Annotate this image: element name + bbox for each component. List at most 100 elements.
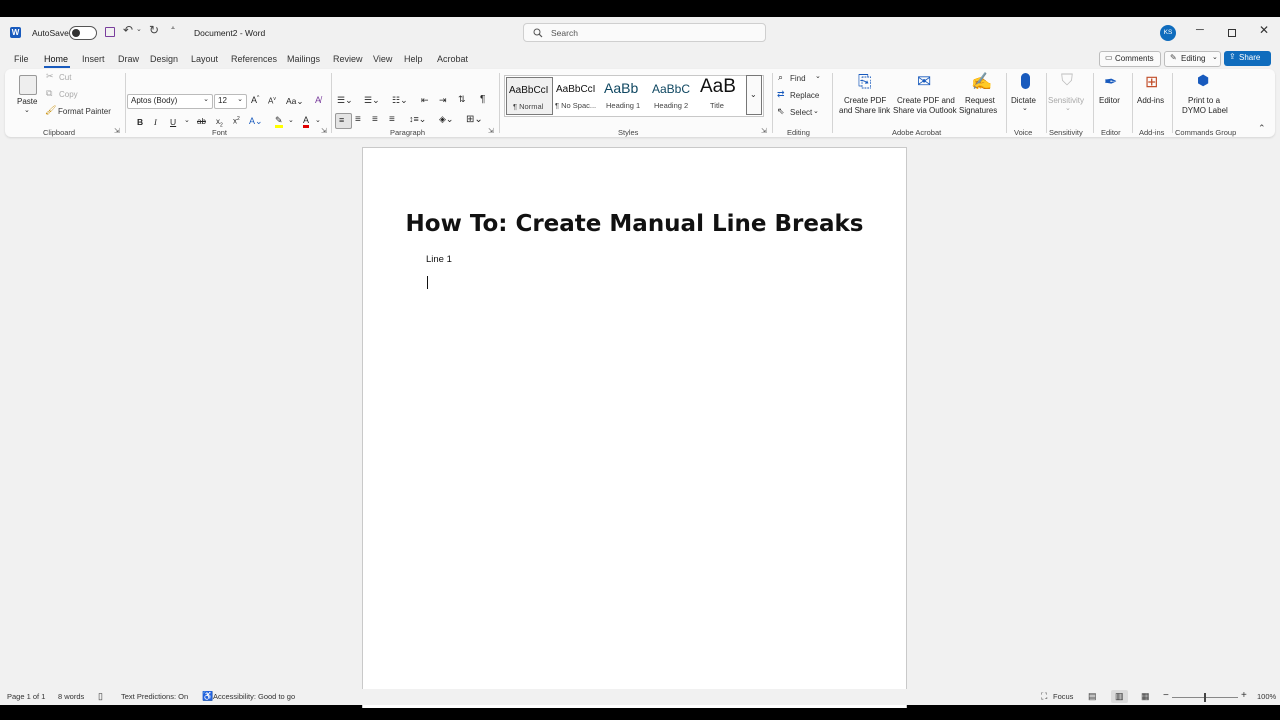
style-heading-1[interactable]: AaBb Heading 1 [602,77,647,113]
dialog-launcher-icon[interactable]: ⇲ [321,127,327,135]
replace-button[interactable]: Replace [790,91,819,100]
multilevel-list-icon[interactable]: ☷⌄ [392,95,408,106]
styles-expand-button[interactable]: ⌄ [746,75,762,115]
print-layout-button[interactable]: ▥ [1111,690,1128,703]
document-line-1[interactable]: Line 1 [426,254,452,265]
sensitivity-button[interactable]: ⛉ Sensitivity ⌄ [1048,72,1088,122]
comments-button[interactable]: ▭ Comments [1099,51,1161,67]
create-pdf-share-button[interactable]: ⎘ Create PDF and Share link [838,72,892,122]
tab-layout[interactable]: Layout [191,54,218,64]
format-painter-button[interactable]: Format Painter [58,107,111,116]
accessibility-status[interactable]: Accessibility: Good to go [213,692,295,701]
text-effects-icon[interactable]: A⌄ [249,116,263,127]
style-title[interactable]: AaB Title [698,76,743,113]
copy-button[interactable]: Copy [59,90,78,99]
bullets-icon[interactable]: ☰⌄ [337,95,353,106]
highlight-icon[interactable]: ✎ [275,116,283,128]
align-right-icon[interactable]: ≡ [372,114,378,125]
font-name-select[interactable]: Aptos (Body) ⌄ [127,94,213,109]
tab-mailings[interactable]: Mailings [287,54,320,64]
share-button[interactable]: ⇪ Share [1224,51,1271,66]
print-dymo-button[interactable]: ⬢ Print to a DYMO Label [1177,72,1233,122]
sort-icon[interactable]: ⇅ [458,94,466,105]
read-mode-icon[interactable]: ▤ [1088,691,1097,702]
zoom-level[interactable]: 100% [1257,692,1276,701]
increase-indent-icon[interactable]: ⇥ [439,95,447,106]
tab-home[interactable]: Home [44,54,68,64]
page-count[interactable]: Page 1 of 1 [7,692,45,701]
search-box[interactable]: Search [523,23,766,42]
style-normal[interactable]: AaBbCcI ¶ Normal [506,77,553,115]
subscript-icon[interactable]: x2 [216,117,223,129]
save-icon[interactable] [105,27,115,37]
addins-button[interactable]: ⊞ Add-ins [1135,72,1169,122]
dictate-button[interactable]: Dictate ⌄ [1010,72,1042,122]
grow-font-icon[interactable]: A^ [251,95,259,105]
tab-file[interactable]: File [14,54,29,64]
tab-draw[interactable]: Draw [118,54,139,64]
document-title[interactable]: How To: Create Manual Line Breaks [363,211,906,237]
autosave-toggle[interactable] [69,26,97,40]
italic-icon[interactable]: I [154,117,157,127]
show-marks-icon[interactable]: ¶ [480,94,485,105]
numbering-icon[interactable]: ☰⌄ [364,95,380,106]
bold-icon[interactable]: B [137,117,143,127]
paste-button[interactable]: Paste ⌄ [14,73,42,115]
zoom-slider-thumb[interactable] [1204,693,1206,702]
strikethrough-icon[interactable]: ab [197,117,206,126]
dialog-launcher-icon[interactable]: ⇲ [114,127,120,135]
shading-icon[interactable]: ◈⌄ [439,114,453,125]
align-center-icon[interactable]: ≡ [355,114,361,125]
chevron-down-icon[interactable]: ⌄ [184,116,190,124]
chevron-down-icon[interactable]: ⌄ [315,116,321,124]
shrink-font-icon[interactable]: Av [268,96,276,106]
customize-qat-icon[interactable]: ⩡ [171,25,175,33]
tab-acrobat[interactable]: Acrobat [437,54,468,64]
superscript-icon[interactable]: x2 [233,116,240,126]
style-no-spacing[interactable]: AaBbCcI ¶ No Spac... [554,77,599,113]
dialog-launcher-icon[interactable]: ⇲ [761,127,767,135]
find-button[interactable]: Find [790,74,806,83]
font-size-select[interactable]: 12 ⌄ [214,94,247,109]
restore-icon[interactable] [1228,29,1236,37]
close-icon[interactable]: ✕ [1259,23,1269,37]
tab-design[interactable]: Design [150,54,178,64]
line-spacing-icon[interactable]: ↕≡⌄ [409,114,426,125]
web-layout-icon[interactable]: ▦ [1141,691,1150,702]
tab-review[interactable]: Review [333,54,363,64]
chevron-down-icon[interactable]: ⌄ [813,107,819,115]
dialog-launcher-icon[interactable]: ⇲ [488,127,494,135]
undo-dropdown-icon[interactable]: ⌄ [136,25,142,33]
cut-button[interactable]: Cut [59,73,71,82]
chevron-down-icon[interactable]: ⌄ [288,116,294,124]
underline-icon[interactable]: U [170,117,176,127]
share-via-outlook-button[interactable]: ✉ Create PDF and Share via Outlook [893,72,957,122]
tab-help[interactable]: Help [404,54,423,64]
tab-references[interactable]: References [231,54,277,64]
style-heading-2[interactable]: AaBbC Heading 2 [650,77,695,113]
chevron-down-icon[interactable]: ⌄ [815,72,821,80]
editor-button[interactable]: ✒ Editor [1097,72,1125,122]
align-left-button[interactable]: ≡ [335,113,352,129]
word-count[interactable]: 8 words [58,692,84,701]
zoom-slider[interactable] [1172,693,1238,702]
request-signatures-button[interactable]: ✍ Request Signatures [958,72,1002,122]
zoom-in-icon[interactable]: + [1241,690,1247,701]
text-predictions[interactable]: Text Predictions: On [121,692,188,701]
collapse-ribbon-icon[interactable]: ⌃ [1258,123,1266,134]
editing-mode-button[interactable]: ✎ Editing ⌄ [1164,51,1221,67]
proofing-book-icon[interactable]: ▯ [98,691,103,702]
zoom-out-icon[interactable]: − [1163,690,1169,701]
minimize-icon[interactable]: ─ [1196,24,1204,36]
tab-view[interactable]: View [373,54,392,64]
tab-insert[interactable]: Insert [82,54,105,64]
decrease-indent-icon[interactable]: ⇤ [421,95,429,106]
undo-icon[interactable]: ↶ [123,23,133,37]
font-color-icon[interactable]: A [303,115,310,128]
borders-icon[interactable]: ⊞⌄ [466,114,483,125]
document-page[interactable]: How To: Create Manual Line Breaks Line 1 [362,147,907,708]
select-button[interactable]: Select [790,108,812,117]
redo-icon[interactable]: ↻ [149,23,159,37]
clear-formatting-icon[interactable]: A̸ [315,95,321,105]
change-case-icon[interactable]: Aa⌄ [286,96,304,107]
